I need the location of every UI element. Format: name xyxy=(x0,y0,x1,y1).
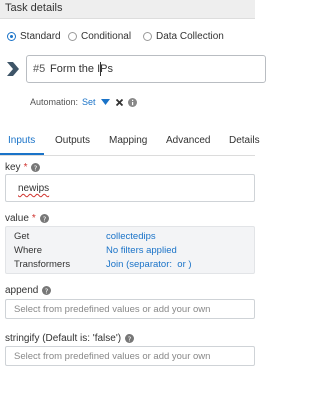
tab-outputs[interactable]: Outputs xyxy=(55,135,90,146)
help-icon[interactable]: ? xyxy=(31,163,41,172)
key-input[interactable]: newips xyxy=(5,174,255,202)
help-icon[interactable]: ? xyxy=(42,286,52,295)
radio-standard-label: Standard xyxy=(20,30,61,42)
value-source-box[interactable]: Get collectedips Where No filters applie… xyxy=(5,226,255,274)
value-row-key: Transformers xyxy=(14,259,71,270)
tab-advanced[interactable]: Advanced xyxy=(166,135,210,146)
key-input-value: newips xyxy=(18,183,50,194)
radio-unchecked-icon xyxy=(68,31,77,41)
text-cursor xyxy=(100,62,101,76)
radio-data-collection-label: Data Collection xyxy=(156,30,224,42)
radio-unchecked-icon xyxy=(143,31,152,41)
value-row-key: Get xyxy=(14,231,30,242)
help-icon[interactable]: ? xyxy=(125,334,135,343)
radio-conditional[interactable]: Conditional xyxy=(68,29,131,43)
value-row-key: Where xyxy=(14,245,42,256)
value-field-label: value * ? xyxy=(5,213,49,224)
stringify-field-label: stringify (Default is: 'false') ? xyxy=(5,333,135,344)
value-row-link[interactable]: collectedips xyxy=(106,231,156,242)
task-name-input[interactable]: #5 Form the IPs xyxy=(26,55,266,83)
tab-inputs[interactable]: Inputs xyxy=(8,135,35,146)
radio-conditional-label: Conditional xyxy=(81,30,132,42)
svg-text:?: ? xyxy=(34,164,38,172)
caret-down-icon[interactable] xyxy=(100,99,110,105)
key-field-label: key * ? xyxy=(5,162,41,173)
tab-bar: Inputs Outputs Mapping Advanced Details xyxy=(0,125,260,156)
svg-text:?: ? xyxy=(45,287,49,295)
tab-mapping[interactable]: Mapping xyxy=(109,135,147,146)
stringify-select[interactable]: Select from predefined values or add you… xyxy=(5,346,255,366)
automation-set-link[interactable]: Set xyxy=(82,97,96,107)
tab-details[interactable]: Details xyxy=(229,135,260,146)
value-row-link[interactable]: Join (separator: or ) xyxy=(106,259,192,270)
active-tab-indicator xyxy=(0,153,44,155)
help-icon[interactable]: ? xyxy=(39,214,49,223)
required-mark: * xyxy=(23,162,28,173)
value-row-link[interactable]: No filters applied xyxy=(106,245,177,256)
radio-checked-icon xyxy=(7,31,16,41)
radio-data-collection[interactable]: Data Collection xyxy=(143,29,224,43)
key-label-text: key xyxy=(5,162,21,173)
close-icon[interactable] xyxy=(115,98,123,106)
task-name-text: Form the IPs xyxy=(50,63,113,75)
automation-row: Automation: Set xyxy=(30,96,137,108)
info-icon[interactable] xyxy=(127,97,137,107)
append-select[interactable]: Select from predefined values or add you… xyxy=(5,299,255,319)
svg-text:?: ? xyxy=(42,215,46,223)
radio-standard[interactable]: Standard xyxy=(7,29,61,43)
append-label-text: append xyxy=(5,285,39,296)
required-mark: * xyxy=(31,213,36,224)
stringify-label-text: stringify (Default is: 'false') xyxy=(5,333,122,344)
panel-title: Task details xyxy=(5,2,63,14)
append-select-placeholder: Select from predefined values or add you… xyxy=(14,304,211,315)
task-number: #5 xyxy=(33,63,46,75)
append-field-label: append ? xyxy=(5,285,52,296)
stringify-select-placeholder: Select from predefined values or add you… xyxy=(14,351,211,362)
svg-text:?: ? xyxy=(128,335,132,343)
chevron-right-icon[interactable] xyxy=(7,62,19,76)
automation-label: Automation: xyxy=(30,97,79,107)
panel-header: Task details xyxy=(0,0,255,19)
value-label-text: value xyxy=(5,213,29,224)
